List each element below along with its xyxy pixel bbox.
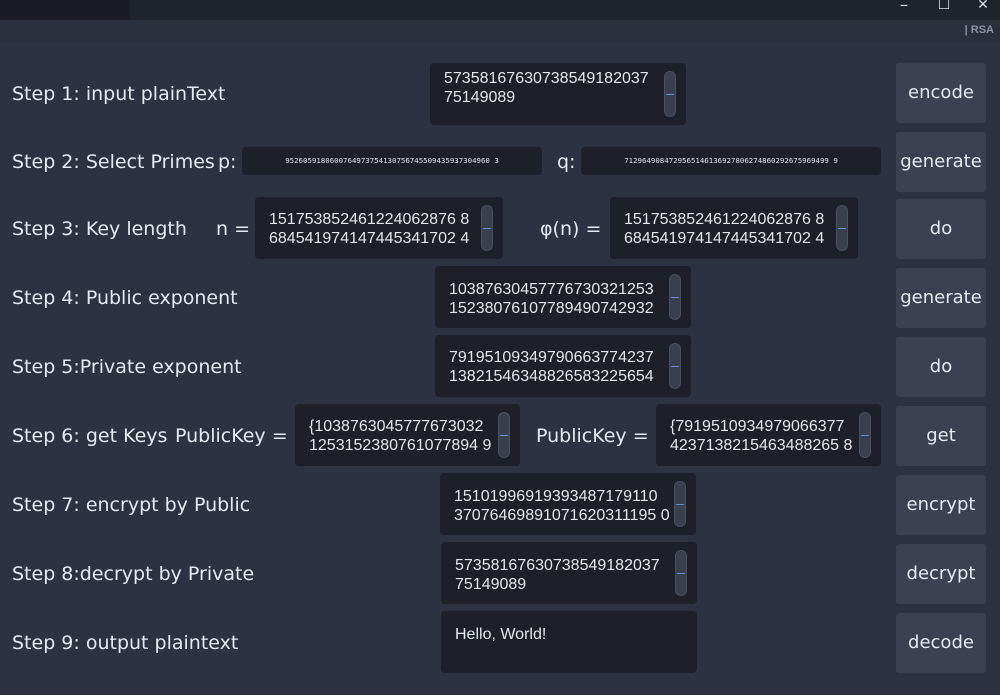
generate-primes-button[interactable]: generate xyxy=(896,132,986,192)
step7-label: Step 7: encrypt by Public xyxy=(12,494,251,516)
plaintext-output[interactable]: Hello, World! xyxy=(441,611,697,673)
n-label: n = xyxy=(216,218,251,240)
scrollbar[interactable] xyxy=(859,412,871,458)
scrollbar[interactable] xyxy=(669,343,681,389)
public-key-label: PublicKey = xyxy=(175,425,288,447)
private-exponent-input[interactable]: 79195109349790663774237 1382154634882658… xyxy=(435,335,691,397)
decrypt-button[interactable]: decrypt xyxy=(896,544,986,604)
p-input[interactable]: 9526059180600764973754130756745509435937… xyxy=(242,147,542,175)
phi-input[interactable]: 151753852461224062876 8 6845419741474453… xyxy=(610,197,858,259)
scrollbar[interactable] xyxy=(498,412,510,458)
step4-label: Step 4: Public exponent xyxy=(12,287,238,309)
step1-label: Step 1: input plainText xyxy=(12,83,226,105)
q-input[interactable]: 7129649084729565146136927806274860292675… xyxy=(581,147,881,175)
plaintext-input[interactable]: 57358167630738549182037 75149089 xyxy=(430,63,686,125)
phi-label: φ(n) = xyxy=(540,218,602,240)
key-length-do-button[interactable]: do xyxy=(896,199,986,259)
maximize-icon[interactable]: ☐ xyxy=(929,0,959,16)
phi-value: 151753852461224062876 8 6845419741474453… xyxy=(624,211,825,247)
n-value: 151753852461224062876 8 6845419741474453… xyxy=(269,211,470,247)
decrypted-output[interactable]: 57358167630738549182037 75149089 xyxy=(441,542,697,604)
decode-button[interactable]: decode xyxy=(896,613,986,673)
title-tab-strip xyxy=(0,0,130,20)
title-bar: – ☐ ✕ xyxy=(0,0,1000,20)
ciphertext-output[interactable]: 15101996919393487179110 3707646989107162… xyxy=(440,473,696,535)
private-exponent-value: 79195109349790663774237 1382154634882658… xyxy=(449,349,654,385)
n-input[interactable]: 151753852461224062876 8 6845419741474453… xyxy=(255,197,503,259)
generate-exponent-button[interactable]: generate xyxy=(896,268,986,328)
step8-label: Step 8:decrypt by Private xyxy=(12,563,255,585)
public-exponent-value: 10387630457776730321253 1523807610778949… xyxy=(449,281,654,317)
plaintext-output-value: Hello, World! xyxy=(455,626,547,643)
step2-label: Step 2: Select Primes xyxy=(12,151,215,173)
app-tag: | RSA xyxy=(964,24,994,36)
scrollbar[interactable] xyxy=(481,205,493,251)
toolbar-strip xyxy=(0,20,1000,42)
step6-label: Step 6: get Keys xyxy=(12,425,168,447)
scrollbar[interactable] xyxy=(675,550,687,596)
scrollbar[interactable] xyxy=(664,71,676,117)
private-exponent-do-button[interactable]: do xyxy=(896,337,986,397)
step9-label: Step 9: output plaintext xyxy=(12,632,239,654)
q-label: q: xyxy=(557,151,576,173)
scrollbar[interactable] xyxy=(674,481,686,527)
minimize-icon[interactable]: – xyxy=(889,0,919,16)
scrollbar[interactable] xyxy=(669,274,681,320)
private-key-value: {7919510934979066377 4237138215463488265… xyxy=(670,418,853,454)
get-keys-button[interactable]: get xyxy=(896,406,986,466)
public-exponent-input[interactable]: 10387630457776730321253 1523807610778949… xyxy=(435,266,691,328)
public-key-output[interactable]: {1038763045777673032 1253152380761077894… xyxy=(295,404,520,466)
private-key-label: PublicKey = xyxy=(536,425,649,447)
scrollbar[interactable] xyxy=(836,205,848,251)
private-key-output[interactable]: {7919510934979066377 4237138215463488265… xyxy=(656,404,881,466)
encode-button[interactable]: encode xyxy=(896,63,986,123)
close-icon[interactable]: ✕ xyxy=(968,0,998,16)
step5-label: Step 5:Private exponent xyxy=(12,356,242,378)
ciphertext-value: 15101996919393487179110 3707646989107162… xyxy=(454,488,670,524)
encrypt-button[interactable]: encrypt xyxy=(896,475,986,535)
step3-label: Step 3: Key length xyxy=(12,218,187,240)
p-label: p: xyxy=(218,151,237,173)
public-key-value: {1038763045777673032 1253152380761077894… xyxy=(309,418,492,454)
plaintext-value: 57358167630738549182037 75149089 xyxy=(444,70,649,106)
decrypted-value: 57358167630738549182037 75149089 xyxy=(455,557,660,593)
